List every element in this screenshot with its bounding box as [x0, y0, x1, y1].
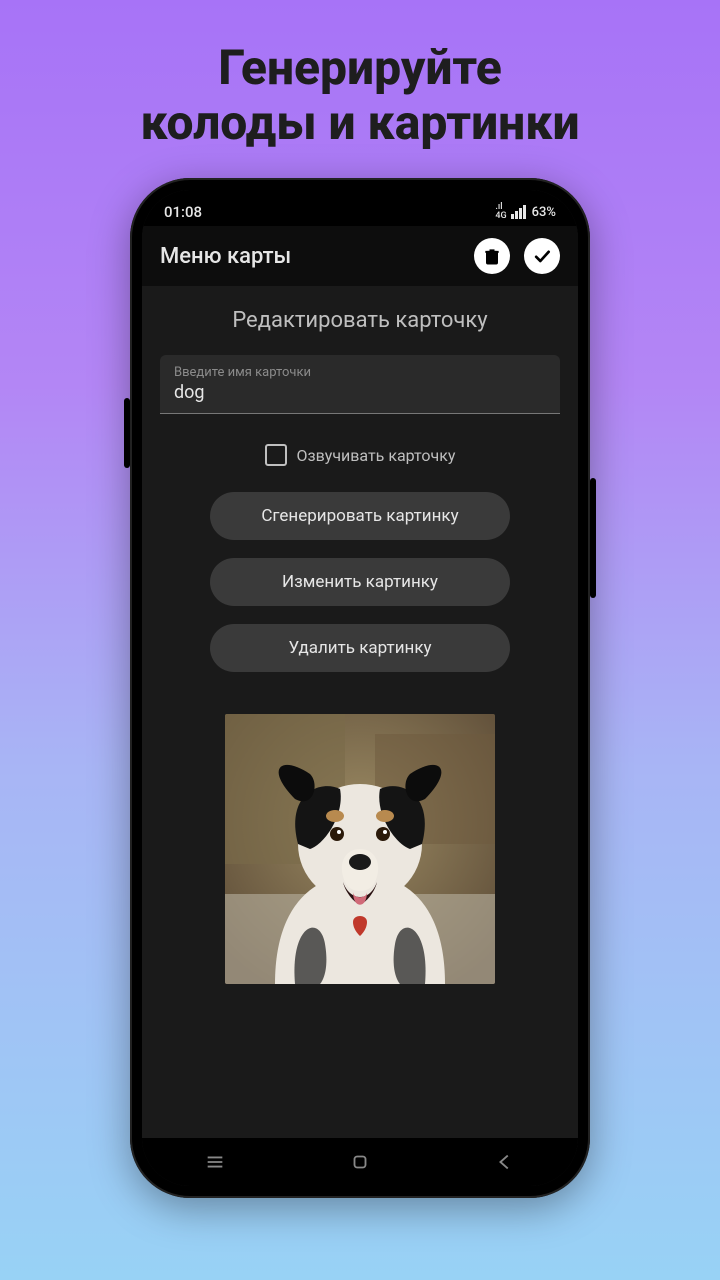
- nav-back-icon[interactable]: [494, 1151, 516, 1173]
- trash-icon: [482, 246, 502, 266]
- app-bar-actions: [474, 238, 560, 274]
- content-area: Редактировать карточку Введите имя карто…: [142, 286, 578, 1138]
- status-net-icon: .ıl4G: [495, 203, 506, 221]
- promo-line-2: колоды и картинки: [140, 95, 579, 150]
- card-image-preview: [225, 714, 495, 984]
- generate-image-label: Сгенерировать картинку: [261, 506, 458, 526]
- status-battery: 63%: [532, 205, 556, 220]
- status-right: .ıl4G 63%: [495, 203, 556, 221]
- status-time: 01:08: [164, 203, 202, 221]
- card-name-field[interactable]: Введите имя карточки dog: [160, 355, 560, 414]
- delete-image-label: Удалить картинку: [288, 638, 431, 658]
- confirm-button[interactable]: [524, 238, 560, 274]
- change-image-button[interactable]: Изменить картинку: [210, 558, 510, 606]
- dog-image-icon: [225, 714, 495, 984]
- checkbox-icon: [265, 444, 287, 466]
- card-name-value: dog: [174, 382, 546, 403]
- change-image-label: Изменить картинку: [282, 572, 438, 592]
- promo-line-1: Генерируйте: [140, 40, 579, 95]
- voice-checkbox-row[interactable]: Озвучивать карточку: [265, 444, 456, 466]
- app-bar: Меню карты: [142, 226, 578, 286]
- app-bar-title: Меню карты: [160, 244, 291, 269]
- phone-side-button-right: [590, 478, 596, 598]
- status-bar: 01:08 .ıl4G 63%: [142, 190, 578, 226]
- signal-icon: [511, 205, 526, 219]
- phone-side-button-left: [124, 398, 130, 468]
- generate-image-button[interactable]: Сгенерировать картинку: [210, 492, 510, 540]
- delete-button[interactable]: [474, 238, 510, 274]
- voice-checkbox-label: Озвучивать карточку: [297, 446, 456, 465]
- android-nav-bar: [142, 1138, 578, 1186]
- card-name-hint: Введите имя карточки: [174, 365, 546, 380]
- nav-home-icon[interactable]: [349, 1151, 371, 1173]
- phone-screen: 01:08 .ıl4G 63% Меню карты: [142, 190, 578, 1186]
- editor-heading: Редактировать карточку: [232, 308, 487, 333]
- phone-frame: 01:08 .ıl4G 63% Меню карты: [130, 178, 590, 1198]
- delete-image-button[interactable]: Удалить картинку: [210, 624, 510, 672]
- promo-title: Генерируйте колоды и картинки: [140, 40, 579, 150]
- check-icon: [532, 246, 552, 266]
- nav-recent-icon[interactable]: [204, 1151, 226, 1173]
